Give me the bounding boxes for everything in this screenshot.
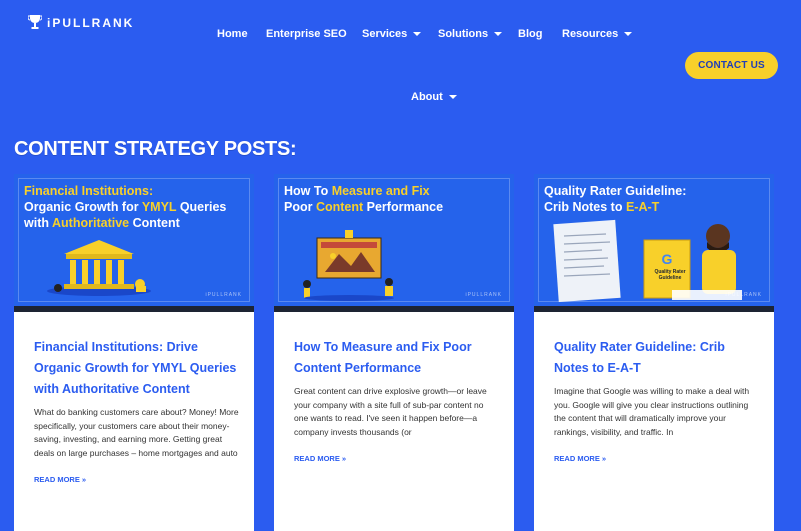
nav-enterprise-seo[interactable]: Enterprise SEO: [266, 28, 347, 40]
thumbnail-bar: [534, 306, 774, 312]
chevron-down-icon: [448, 95, 457, 99]
read-more-link[interactable]: READ MORE »: [554, 454, 606, 463]
thumbnail-highlight: Measure and Fix: [331, 184, 430, 198]
thumbnail-line: How To: [284, 184, 332, 198]
post-title[interactable]: How To Measure and Fix Poor Content Perf…: [294, 337, 499, 379]
guideline-document-illustration: G: [553, 219, 742, 302]
thumbnail-bar: [14, 306, 254, 312]
thumbnail-line: Poor: [284, 200, 316, 214]
thumbnail-highlight: YMYL: [141, 200, 177, 214]
nav-services-label: Services: [362, 28, 408, 40]
post-thumbnail[interactable]: Quality Rater Guideline: Crib Notes to E…: [534, 174, 774, 312]
post-title[interactable]: Financial Institutions: Drive Organic Gr…: [34, 337, 239, 400]
thumbnail-line: with: [24, 216, 53, 230]
nav-enterprise-seo-label: Enterprise SEO: [266, 28, 347, 40]
thumbnail-title: Quality Rater Guideline: Crib Notes to E…: [544, 183, 764, 215]
post-card-body: Quality Rater Guideline: Crib Notes to E…: [554, 337, 759, 466]
chevron-down-icon: [494, 32, 503, 36]
nav-blog-label: Blog: [518, 28, 543, 40]
thumbnail-line: Queries: [176, 200, 227, 214]
nav-solutions-label: Solutions: [438, 28, 489, 40]
nav-solutions[interactable]: Solutions: [438, 28, 503, 40]
post-thumbnail[interactable]: Financial Institutions: Organic Growth f…: [14, 174, 254, 312]
post-card: Quality Rater Guideline: Crib Notes to E…: [534, 174, 774, 531]
nav-resources[interactable]: Resources: [562, 28, 633, 40]
nav-resources-label: Resources: [562, 28, 619, 40]
thumbnail-highlight: Content: [315, 200, 364, 214]
book-cover-text: Quality Rater Guideline: [654, 269, 686, 281]
post-excerpt: Great content can drive explosive growth…: [294, 386, 487, 437]
post-excerpt: What do banking customers care about? Mo…: [34, 407, 239, 458]
main-nav: Home Enterprise SEO Services Solutions B…: [0, 28, 801, 48]
thumbnail-line: Financial Institutions:: [24, 184, 154, 198]
thumbnail-watermark: iPULLRANK: [205, 292, 242, 298]
nav-about-label: About: [411, 91, 443, 103]
thumbnail-watermark: iPULLRANK: [725, 292, 762, 298]
thumbnail-title: Financial Institutions: Organic Growth f…: [24, 183, 244, 231]
content-performance-illustration: [303, 230, 394, 301]
thumbnail-line: Quality Rater Guideline:: [544, 184, 687, 198]
svg-text:G: G: [662, 251, 673, 267]
site-header: iPULLRANK Home Enterprise SEO Services S…: [0, 0, 801, 135]
chevron-down-icon: [624, 32, 633, 36]
post-title[interactable]: Quality Rater Guideline: Crib Notes to E…: [554, 337, 759, 379]
thumbnail-bar: [274, 306, 514, 312]
nav-home[interactable]: Home: [217, 28, 248, 40]
thumbnail-line: Organic Growth for: [24, 200, 142, 214]
nav-about[interactable]: About: [411, 91, 457, 103]
thumbnail-line: Crib Notes to: [544, 200, 626, 214]
thumbnail-line: Performance: [363, 200, 444, 214]
nav-home-label: Home: [217, 28, 248, 40]
post-card: How To Measure and Fix Poor Content Perf…: [274, 174, 514, 531]
nav-blog[interactable]: Blog: [518, 28, 542, 40]
thumbnail-line: Content: [129, 216, 180, 230]
bank-building-illustration: [47, 240, 151, 296]
post-thumbnail[interactable]: How To Measure and Fix Poor Content Perf…: [274, 174, 514, 312]
section-title: CONTENT STRATEGY POSTS:: [14, 138, 297, 160]
contact-us-button[interactable]: CONTACT US: [685, 52, 778, 79]
nav-services[interactable]: Services: [362, 28, 422, 40]
read-more-link[interactable]: READ MORE »: [294, 454, 346, 463]
post-card-body: How To Measure and Fix Poor Content Perf…: [294, 337, 499, 466]
thumbnail-highlight: Authoritative: [52, 216, 130, 230]
post-card: Financial Institutions: Organic Growth f…: [14, 174, 254, 531]
thumbnail-highlight: E-A-T: [625, 200, 660, 214]
thumbnail-title: How To Measure and Fix Poor Content Perf…: [284, 183, 504, 215]
post-excerpt: Imagine that Google was willing to make …: [554, 386, 750, 437]
read-more-link[interactable]: READ MORE »: [34, 475, 86, 484]
post-card-body: Financial Institutions: Drive Organic Gr…: [34, 337, 239, 487]
chevron-down-icon: [413, 32, 422, 36]
thumbnail-watermark: iPULLRANK: [465, 292, 502, 298]
